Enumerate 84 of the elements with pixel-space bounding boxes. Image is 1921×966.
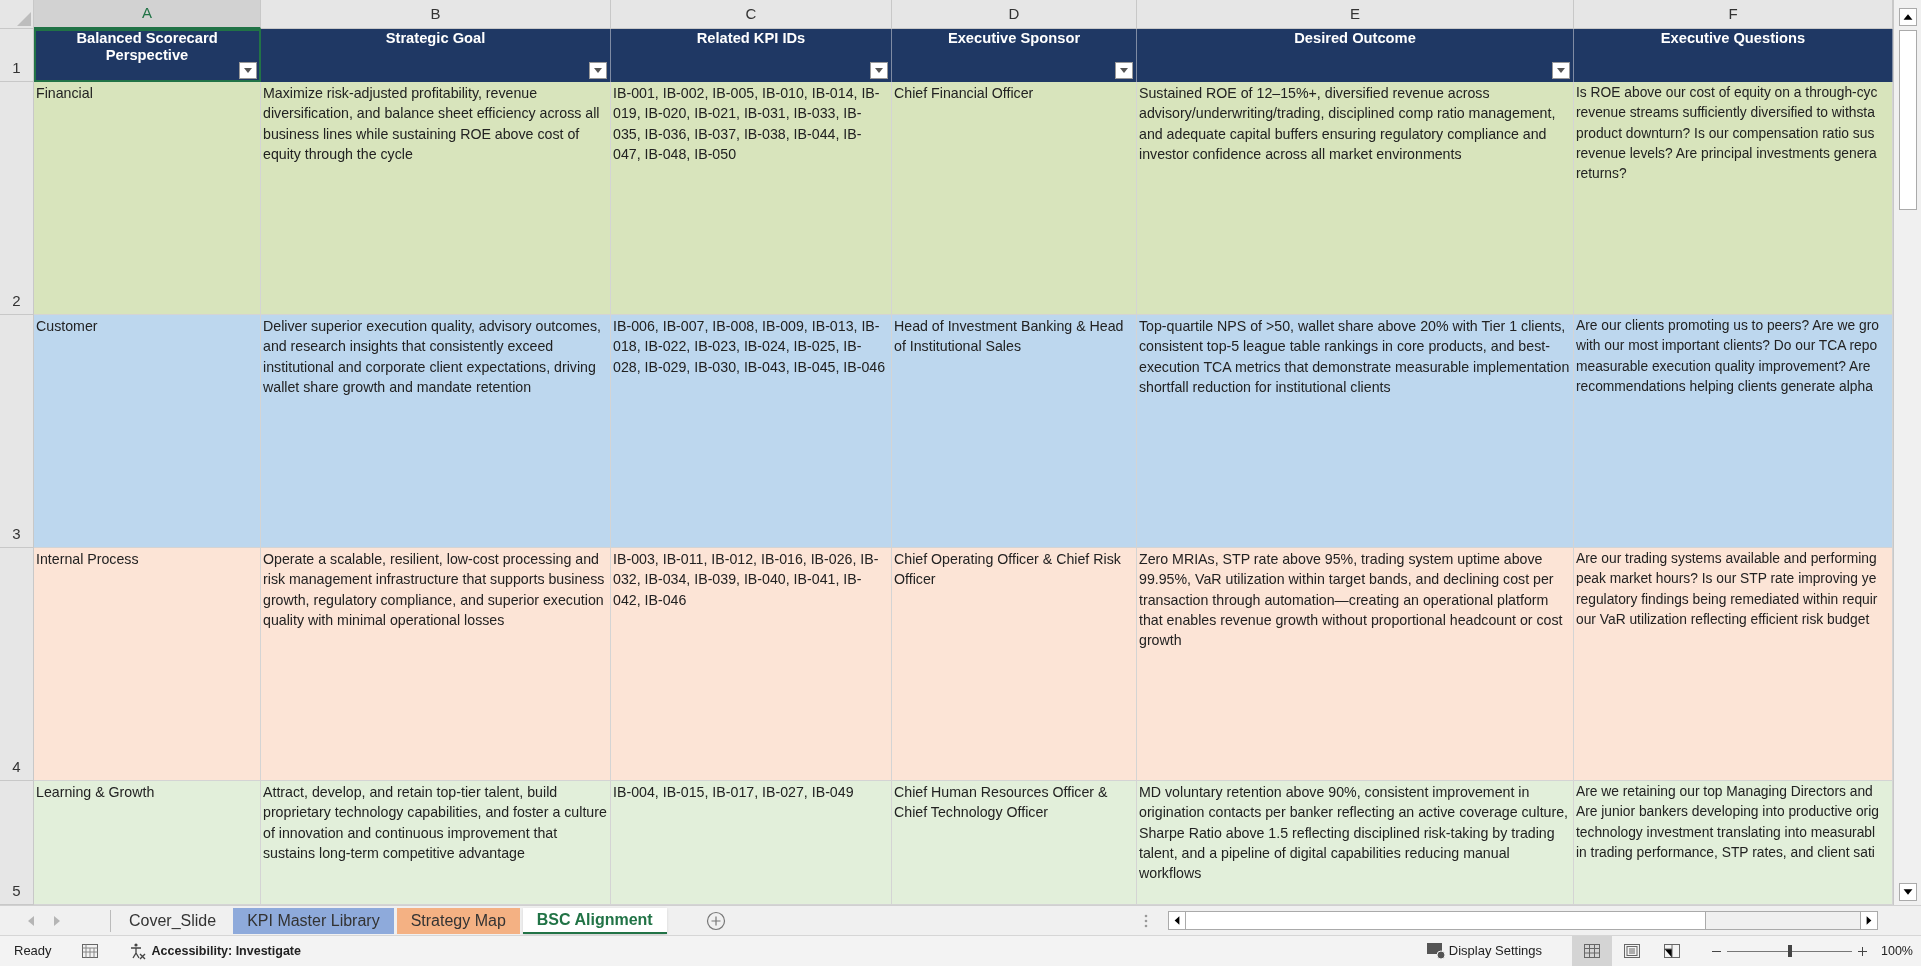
- slider-thumb[interactable]: [1787, 945, 1792, 957]
- caret-icon: [1557, 68, 1565, 73]
- caret-icon: [244, 68, 252, 73]
- caret-icon: [1120, 68, 1128, 73]
- table-cell: Learning & Growth: [34, 781, 261, 905]
- table-cell: Customer: [34, 315, 261, 548]
- table-cell: Deliver superior execution quality, advisory outcomes, and research insights that consistently exceed institutional and corporate client expectations, driving wallet share growth and mandate retention: [261, 315, 611, 548]
- table-cell: IB-004, IB-015, IB-017, IB-027, IB-049: [611, 781, 892, 905]
- table-cell: Chief Human Resources Officer & Chief Technology Officer: [892, 781, 1137, 905]
- header-cell[interactable]: Strategic Goal: [261, 29, 611, 82]
- sheet-tab[interactable]: KPI Master Library: [233, 907, 394, 934]
- table-cell: MD voluntary retention above 90%, consistent improvement in origination contacts per banker reflecting an active coverage culture, Sharpe Ratio above 1.5 reflecting disciplined risk-taking by trading talent, and a pipeline of digital capabilities reducing manual workflows: [1137, 781, 1574, 905]
- zoom-level-text[interactable]: 100%: [1881, 941, 1913, 961]
- scrollbar-thumb[interactable]: [1898, 30, 1917, 210]
- zoom-slider[interactable]: [1727, 945, 1852, 957]
- table-cell: IB-001, IB-002, IB-005, IB-010, IB-014, IB-019, IB-020, IB-021, IB-031, IB-033, IB-035, IB-036, IB-037, IB-038, IB-044, IB-047, IB-048, IB-050: [611, 82, 892, 315]
- column-letter[interactable]: A: [34, 0, 261, 29]
- row-number[interactable]: 3: [0, 315, 34, 548]
- header-cell[interactable]: Executive Sponsor: [892, 29, 1137, 82]
- row-number[interactable]: 4: [0, 548, 34, 781]
- caret-icon: [594, 68, 602, 73]
- scroll-right-icon[interactable]: [1860, 912, 1877, 929]
- column-title: Executive Questions: [1660, 30, 1806, 48]
- scrollbar-thumb[interactable]: [1186, 912, 1706, 929]
- table-cell: Head of Investment Banking & Head of Institutional Sales: [892, 315, 1137, 548]
- table-cell: IB-003, IB-011, IB-012, IB-016, IB-026, IB-032, IB-034, IB-039, IB-040, IB-041, IB-042, IB-046: [611, 548, 892, 781]
- column-letter[interactable]: D: [892, 0, 1137, 29]
- table-cell: Maximize risk-adjusted profitability, revenue diversification, and balance sheet efficiency across all business lines while sustaining ROE above cost of equity through the cycle: [261, 82, 611, 315]
- table-cell: Chief Operating Officer & Chief Risk Officer: [892, 548, 1137, 781]
- column-title: Balanced Scorecard Perspective: [75, 30, 219, 65]
- accessibility-status[interactable]: Accessibility: Investigate: [151, 941, 301, 961]
- header-cell[interactable]: Desired Outcome: [1137, 29, 1574, 82]
- scroll-left-icon[interactable]: [1169, 912, 1186, 929]
- header-cell[interactable]: Executive Questions: [1574, 29, 1893, 82]
- monitor-gear-icon: [1425, 942, 1446, 960]
- add-sheet-icon[interactable]: [705, 910, 726, 931]
- horizontal-scrollbar[interactable]: [1168, 911, 1878, 930]
- row-number[interactable]: 5: [0, 781, 34, 905]
- table-cell: Financial: [34, 82, 261, 315]
- display-settings-button[interactable]: Display Settings: [1425, 941, 1542, 961]
- table-cell: Internal Process: [34, 548, 261, 781]
- header-cell[interactable]: Related KPI IDs: [611, 29, 892, 82]
- row-number[interactable]: 1: [0, 29, 34, 82]
- sheet-tab[interactable]: BSC Alignment: [522, 907, 667, 934]
- zoom-in-icon[interactable]: [1858, 946, 1867, 956]
- column-title: Strategic Goal: [385, 30, 486, 48]
- scroll-up-icon[interactable]: [1898, 8, 1917, 26]
- vertical-scrollbar[interactable]: [1893, 0, 1921, 905]
- page-icon: [1624, 944, 1640, 958]
- column-letter[interactable]: F: [1574, 0, 1893, 29]
- table-cell: Is ROE above our cost of equity on a through-cyc revenue streams sufficiently diversified to withsta product downturn? Is our compensation ratio sus revenue levels? Are principal investments genera returns?: [1574, 82, 1893, 315]
- row-number[interactable]: 2: [0, 82, 34, 315]
- caret-icon: [875, 68, 883, 73]
- table-cell: IB-006, IB-007, IB-008, IB-009, IB-013, IB-018, IB-022, IB-023, IB-024, IB-025, IB-028, IB-029, IB-030, IB-043, IB-045, IB-046: [611, 315, 892, 548]
- sheet-tab[interactable]: Cover_Slide: [115, 907, 231, 934]
- table-cell: Are our trading systems available and performing peak market hours? Is our STP rate improving ye regulatory findings being remediated within requir our VaR utilization reflecting efficient risk budget: [1574, 548, 1893, 781]
- column-letter[interactable]: C: [611, 0, 892, 29]
- splitter-handle-icon[interactable]: [1144, 913, 1148, 928]
- column-title: Executive Sponsor: [947, 30, 1081, 48]
- table-cell: Are our clients promoting us to peers? Are we gro with our most important clients? Do our TCA repo measurable execution quality improvement? Are recommendations helping clients generate alpha: [1574, 315, 1893, 548]
- table-cell: Sustained ROE of 12–15%+, diversified revenue across advisory/underwriting/trading, disciplined comp ratio management, and adequate capital buffers ensuring regulatory compliance and investor confidence across all market environments: [1137, 82, 1574, 315]
- status-text: Ready: [14, 942, 52, 961]
- column-letter[interactable]: B: [261, 0, 611, 29]
- filter-button[interactable]: [589, 62, 607, 79]
- filter-button[interactable]: [870, 62, 888, 79]
- view-normal-button[interactable]: [1572, 936, 1612, 966]
- table-cell: Are we retaining our top Managing Directors and Are junior bankers developing into productive orig technology investment translating into measurabl in trading performance, STP rates, and client sati: [1574, 781, 1893, 905]
- corner-triangle-icon: [17, 12, 31, 26]
- scroll-down-icon[interactable]: [1898, 883, 1917, 901]
- filter-button[interactable]: [239, 62, 257, 79]
- column-title: Desired Outcome: [1294, 30, 1416, 48]
- filter-button[interactable]: [1552, 62, 1570, 79]
- filter-button[interactable]: [1115, 62, 1133, 79]
- table-cell: Attract, develop, and retain top-tier talent, build proprietary technology capabilities, and foster a culture of innovation and continuous improvement that sustains long-term competitive advantage: [261, 781, 611, 905]
- table-cell: Top-quartile NPS of >50, wallet share above 20% with Tier 1 clients, consistent top-5 league table rankings in core products, and best-execution TCA metrics that demonstrate measurable implementation shortfall reduction for institutional clients: [1137, 315, 1574, 548]
- page-break-icon: [1664, 944, 1680, 958]
- sheet-tab[interactable]: Strategy Map: [396, 907, 520, 934]
- table-cell: Zero MRIAs, STP rate above 95%, trading system uptime above 99.95%, VaR utilization within target bands, and declining cost per transaction through automation—creating an operational platform that enables revenue growth without proportional headcount or cost growth: [1137, 548, 1574, 781]
- table-cell: Operate a scalable, resilient, low-cost processing and risk management infrastructure that supports business growth, regulatory compliance, and superior execution quality with minimal operational losses: [261, 548, 611, 781]
- grid-icon: [1584, 944, 1600, 958]
- column-letter[interactable]: E: [1137, 0, 1574, 29]
- table-cell: Chief Financial Officer: [892, 82, 1137, 315]
- column-title: Related KPI IDs: [696, 30, 806, 48]
- header-cell[interactable]: Balanced Scorecard Perspective: [34, 29, 261, 82]
